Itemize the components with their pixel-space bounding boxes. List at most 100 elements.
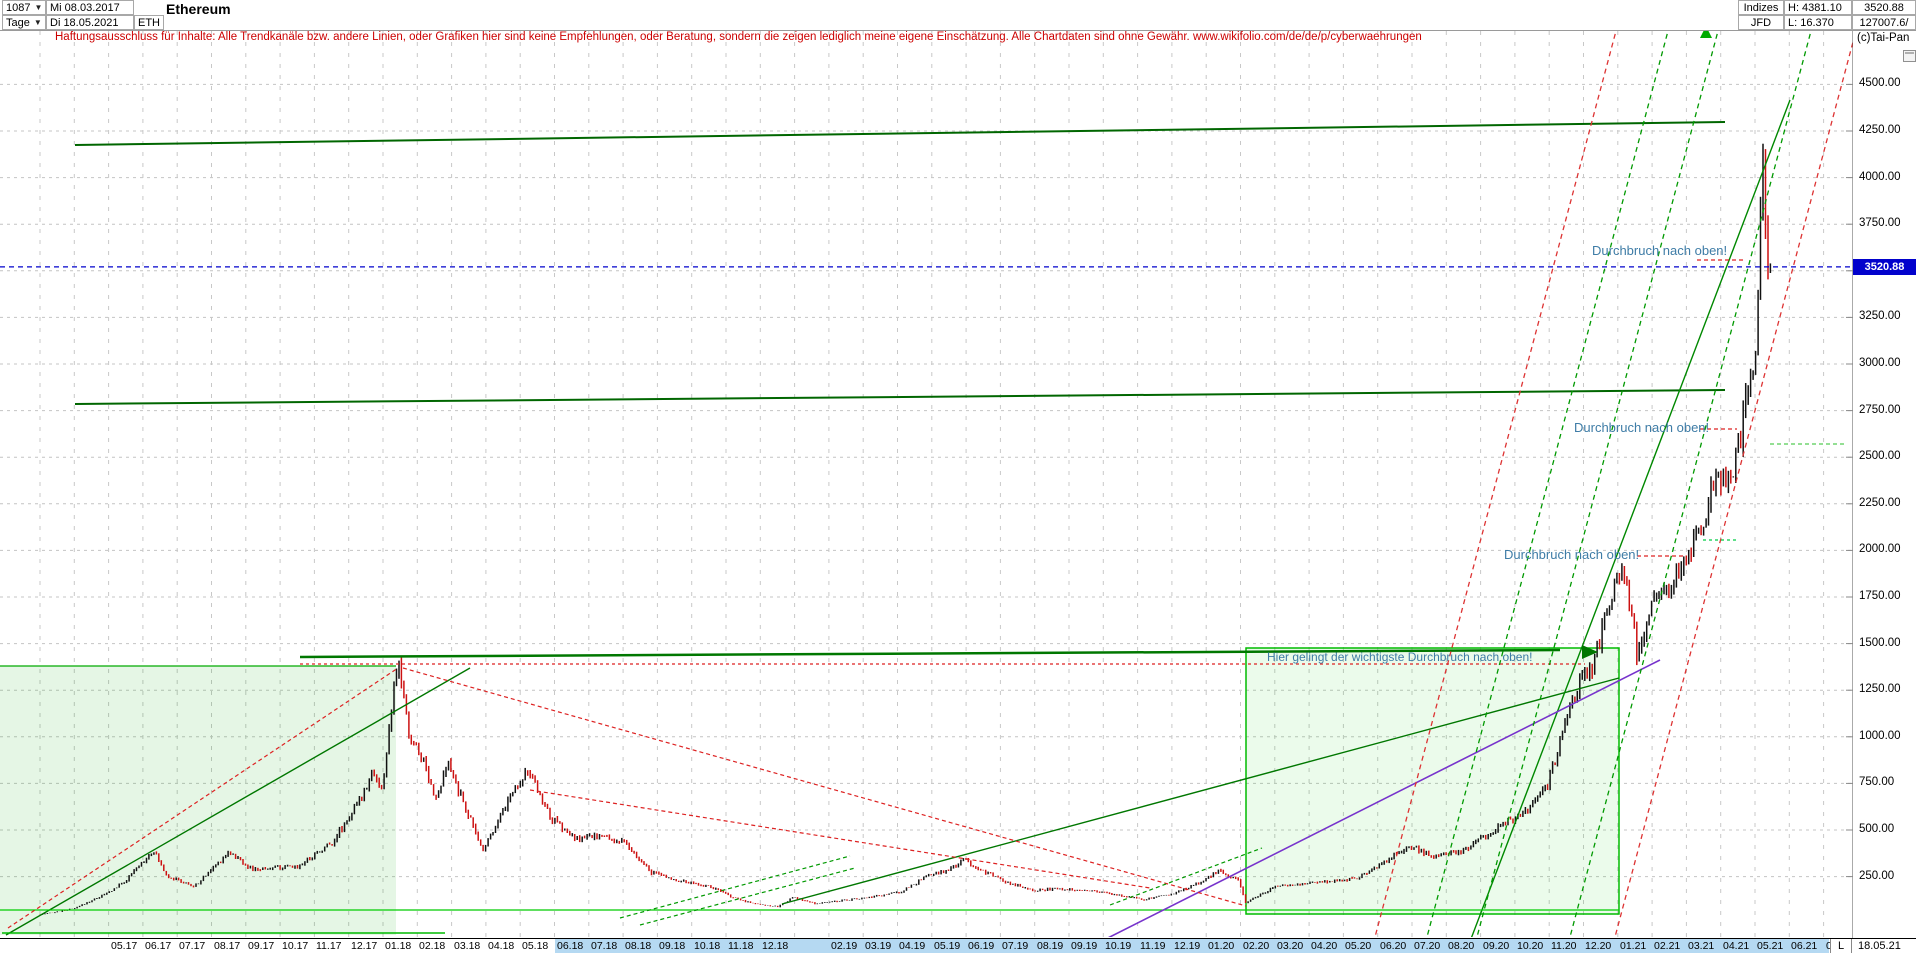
date-tick-label: 09.17	[248, 940, 274, 952]
date-tick-label: 09.19	[1071, 940, 1097, 952]
date-tick-label: 07.18	[591, 940, 617, 952]
price-tick-label: 500.00	[1859, 823, 1894, 835]
trend-line	[75, 390, 1725, 404]
left-support-zone	[0, 666, 396, 935]
price-tick-label: 1000.00	[1859, 730, 1901, 742]
date-tick-label: 06.21	[1791, 940, 1817, 952]
date-tick-label: 12.19	[1174, 940, 1200, 952]
trend-line	[75, 122, 1725, 145]
date-tick-label: 08.17	[214, 940, 240, 952]
page-title: Ethereum	[166, 1, 231, 17]
chart-header: 1087 ▼ Mi 08.03.2017 Tage ▼ Di 18.05.202…	[0, 0, 1916, 31]
date-tick-label: 01.18	[385, 940, 411, 952]
date-tick-label: 06.19	[968, 940, 994, 952]
date-tick-label: 06.20	[1380, 940, 1406, 952]
chart-annotation: Durchbruch nach oben!	[1504, 547, 1639, 562]
trend-line	[403, 668, 1246, 906]
date-tick-label: 04.20	[1311, 940, 1337, 952]
date-tick-label: 05.20	[1345, 940, 1371, 952]
disclaimer-text: Haftungsausschluss für Inhalte: Alle Tre…	[55, 31, 1422, 43]
chevron-down-icon: ▼	[34, 18, 42, 27]
trend-line	[530, 790, 1150, 888]
period-value: Tage	[6, 17, 30, 29]
date-tick-label: 08.20	[1448, 940, 1474, 952]
date-tick-label: 07.19	[1002, 940, 1028, 952]
last-value-cell: 3520.88	[1852, 0, 1916, 15]
date-tick-label: 03.19	[865, 940, 891, 952]
date-tick-label: 10.20	[1517, 940, 1543, 952]
date-tick-label: 03.18	[454, 940, 480, 952]
date-tick-label: 05.19	[934, 940, 960, 952]
date-tick-label: 01.21	[1620, 940, 1646, 952]
status-date: 18.05.21	[1858, 940, 1901, 952]
chart-annotation: Durchbruch nach oben!	[1592, 243, 1727, 258]
price-tick-label: 2250.00	[1859, 497, 1901, 509]
date-tick-label: 03.21	[1688, 940, 1714, 952]
date-tick-label: 11.20	[1551, 940, 1577, 952]
date-tick-label: 10.18	[694, 940, 720, 952]
date-tick-label: 07.20	[1414, 940, 1440, 952]
date-tick-label: 04.21	[1723, 940, 1749, 952]
date-tick-label: 12.20	[1585, 940, 1611, 952]
price-tick-label: 2500.00	[1859, 450, 1901, 462]
date-tick-label: 02.21	[1654, 940, 1680, 952]
trend-line	[1611, 42, 1853, 952]
bars-count-value: 1087	[6, 2, 30, 14]
status-letter: L	[1830, 939, 1852, 953]
restore-window-icon[interactable]	[1903, 50, 1916, 62]
date-tick-label: 02.20	[1243, 940, 1269, 952]
provider-cell-top: Indizes	[1738, 0, 1784, 15]
price-tick-label: 3750.00	[1859, 217, 1901, 229]
date-tick-label: 09.20	[1483, 940, 1509, 952]
date-tick-label: 12.17	[351, 940, 377, 952]
date-tick-label: 12.18	[762, 940, 788, 952]
chart-annotation: Durchbruch nach oben!	[1574, 420, 1709, 435]
current-price-badge: 3520.88	[1853, 259, 1916, 275]
chart-annotation: Hier gelingt der wichtigste Durchbruch n…	[1267, 650, 1532, 664]
date-tick-label: 04.19	[899, 940, 925, 952]
date-tick-label: 05.21	[1757, 940, 1783, 952]
taipan-chart-window: { "header": { "bars_count": "1087", "dat…	[0, 0, 1916, 952]
date-tick-label: 07.17	[179, 940, 205, 952]
breakout-zone	[1246, 648, 1619, 914]
date-tick-label: 11.19	[1140, 940, 1166, 952]
period-dropdown[interactable]: Tage ▼	[2, 15, 46, 30]
bars-count-dropdown[interactable]: 1087 ▼	[2, 0, 46, 15]
price-tick-label: 750.00	[1859, 776, 1894, 788]
date-tick-label: 06.17	[145, 940, 171, 952]
range-low-cell: L: 16.370	[1784, 15, 1852, 30]
date-tick-label: 04.18	[488, 940, 514, 952]
trend-line	[620, 856, 850, 918]
price-tick-label: 1250.00	[1859, 683, 1901, 695]
date-tick-label: 08.19	[1037, 940, 1063, 952]
price-chart-canvas[interactable]	[0, 0, 1916, 952]
price-tick-label: 4500.00	[1859, 77, 1901, 89]
copyright-label: (c)Tai-Pan	[1857, 32, 1909, 44]
price-tick-label: 2750.00	[1859, 404, 1901, 416]
price-axis: 3520.88 250.00 500.00 750.00 1000.00 1250.00…	[1853, 30, 1916, 938]
date-tick-label: 11.18	[728, 940, 754, 952]
price-tick-label: 4000.00	[1859, 171, 1901, 183]
date-tick-label: 02.19	[831, 940, 857, 952]
date-tick-label: 05.17	[111, 940, 137, 952]
price-tick-label: 250.00	[1859, 870, 1894, 882]
date-tick-label: 02.18	[419, 940, 445, 952]
price-tick-label: 1500.00	[1859, 637, 1901, 649]
symbol-field[interactable]: ETH	[134, 15, 164, 30]
date-tick-label: 03.20	[1277, 940, 1303, 952]
trend-line	[1566, 31, 1811, 952]
date-tick-label: 09.18	[659, 940, 685, 952]
date-tick-label: 11.17	[316, 940, 342, 952]
date-tick-label: 10.19	[1105, 940, 1131, 952]
start-date-field[interactable]: Mi 08.03.2017	[46, 0, 134, 15]
volume-value-cell: 127007.6/	[1852, 15, 1916, 30]
date-tick-label: 06.18	[557, 940, 583, 952]
date-tick-label: 05.18	[522, 940, 548, 952]
date-tick-label: 10.17	[282, 940, 308, 952]
chevron-down-icon: ▼	[34, 3, 42, 12]
price-tick-label: 4250.00	[1859, 124, 1901, 136]
end-date-field[interactable]: Di 18.05.2021	[46, 15, 134, 30]
price-tick-label: 1750.00	[1859, 590, 1901, 602]
date-tick-label: 08.18	[625, 940, 651, 952]
date-tick-label: 01.20	[1208, 940, 1234, 952]
